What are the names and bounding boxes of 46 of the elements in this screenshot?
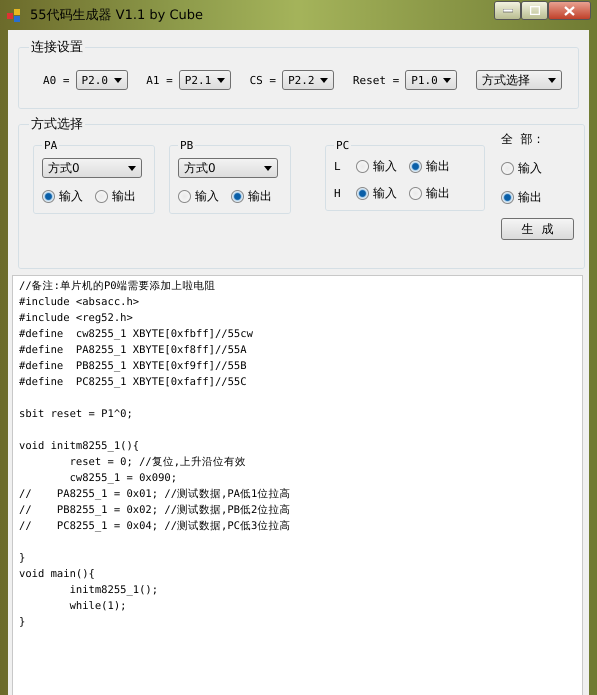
radio-option[interactable]: 输入 (356, 158, 397, 175)
radio-option[interactable]: 输出 (501, 189, 574, 206)
dropdown-arrow-icon (128, 166, 136, 170)
all-label: 全 部 : (501, 131, 542, 148)
dropdown-arrow-icon (548, 78, 556, 82)
mode-dropdown[interactable]: 方式0 (178, 158, 278, 178)
pin-dropdown[interactable]: P1.0 (405, 70, 458, 90)
radio-option[interactable]: 输入 (42, 188, 83, 205)
radio-option[interactable]: 输入 (356, 185, 397, 202)
radio-option[interactable]: 输出 (95, 188, 136, 205)
dropdown-arrow-icon (264, 166, 272, 170)
pin-dropdown[interactable]: P2.0 (76, 70, 128, 90)
port-label: PA (43, 139, 58, 152)
group-title: 方式选择 (30, 116, 84, 133)
close-button[interactable] (548, 1, 591, 20)
window-title: 55代码生成器 V1.1 by Cube (30, 7, 204, 24)
minimize-icon (502, 8, 512, 12)
radio-option[interactable]: 输出 (409, 185, 450, 202)
pin-label: Reset = (352, 74, 400, 86)
port-label: PC (335, 139, 350, 152)
pin-label: CS = (250, 74, 276, 86)
radio-option[interactable]: 输入 (501, 160, 574, 177)
dropdown-arrow-icon (216, 78, 225, 82)
maximize-icon (530, 6, 540, 15)
pin-label: A0 = (43, 74, 70, 86)
radio-option[interactable]: 输出 (231, 188, 272, 205)
pin-dropdown[interactable]: P2.1 (178, 70, 231, 90)
dropdown-arrow-icon (443, 78, 452, 82)
dropdown-arrow-icon (320, 78, 328, 82)
group-title: 连接设置 (30, 39, 84, 56)
maximize-button[interactable] (521, 1, 548, 20)
pin-dropdown[interactable]: P2.2 (282, 70, 334, 90)
port-label: PB (179, 139, 194, 152)
radio-option[interactable]: 输出 (409, 158, 450, 175)
pin-label: A1 = (146, 74, 173, 86)
row-label: H (334, 187, 342, 200)
minimize-button[interactable] (494, 1, 521, 20)
mode-dropdown[interactable]: 方式0 (42, 158, 142, 178)
close-icon (564, 6, 575, 16)
dropdown-arrow-icon (114, 78, 122, 82)
generate-button[interactable]: 生 成 (501, 218, 574, 240)
code-editor[interactable]: //备注:单片机的P0端需要添加上啦电阻 #include <absacc.h> #include <reg52.h> #define cw8255_1 XBYTE[0xfbff]//55cw #define PA8255_1 XBYTE[0xf8ff]//55A #define PB8255_1 XBYTE[0xf9ff]//55B #define PC8255_1 XBYTE[0xfaff]//55C sbit reset = P1^0; void initm8255_1(){ reset = 0; //复位,上升沿位有效 cw8255_1 = 0x090; // PA8255_1 = 0x01; //测试数据,PA低1位拉高 // PB8255_1 = 0x02; //测试数据,PB低2位拉高 // PC8255_1 = 0x04; //测试数据,PC低3位拉高 } void main(){ initm8255_1(); while(1); } (12, 275, 583, 695)
app-icon (6, 7, 22, 23)
mode-dropdown[interactable]: 方式选择 (476, 70, 562, 90)
radio-option[interactable]: 输入 (178, 188, 219, 205)
row-label: L (334, 160, 342, 173)
